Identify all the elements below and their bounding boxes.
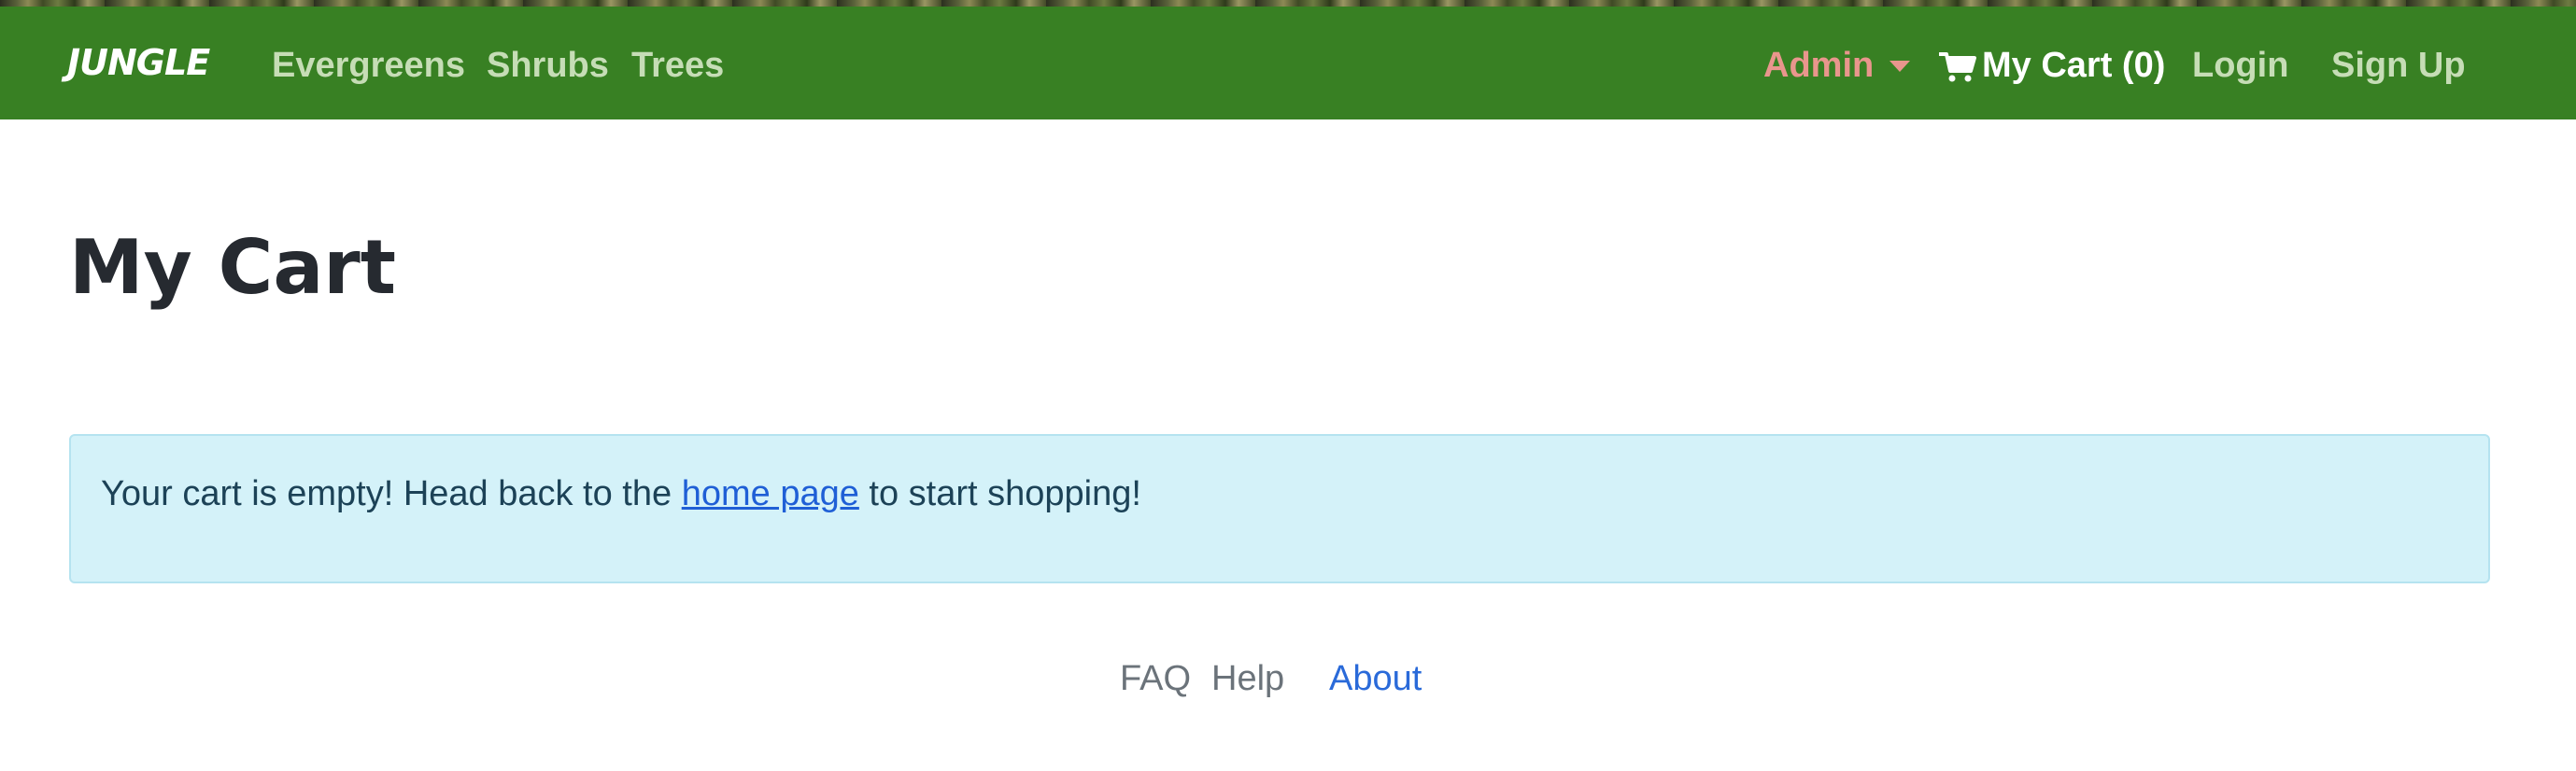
brand-logo[interactable]: JUNGLE: [67, 42, 210, 83]
caret-down-icon[interactable]: [1890, 61, 1910, 72]
top-navbar: JUNGLE Evergreens Shrubs Trees Admin My …: [0, 7, 2576, 119]
empty-cart-message: Your cart is empty! Head back to the hom…: [101, 474, 1141, 514]
page-title: My Cart: [69, 224, 396, 311]
empty-cart-alert: Your cart is empty! Head back to the hom…: [69, 434, 2490, 583]
alert-text-before: Your cart is empty! Head back to the: [101, 474, 682, 513]
home-page-link[interactable]: home page: [682, 474, 859, 513]
alert-text-after: to start shopping!: [858, 474, 1141, 513]
header-foliage-strip: [0, 0, 2576, 7]
login-link[interactable]: Login: [2192, 46, 2288, 86]
admin-dropdown-toggle[interactable]: Admin: [1763, 46, 1874, 86]
signup-link[interactable]: Sign Up: [2331, 46, 2466, 86]
nav-evergreens-link[interactable]: Evergreens: [272, 46, 465, 86]
nav-shrubs-link[interactable]: Shrubs: [487, 46, 609, 86]
my-cart-link[interactable]: My Cart (0): [1982, 46, 2165, 86]
footer-help-link[interactable]: Help: [1211, 659, 1284, 699]
shopping-cart-icon[interactable]: [1939, 50, 1976, 84]
nav-trees-link[interactable]: Trees: [631, 46, 724, 86]
footer-about-link[interactable]: About: [1329, 659, 1422, 699]
footer-faq-link[interactable]: FAQ: [1120, 659, 1191, 699]
